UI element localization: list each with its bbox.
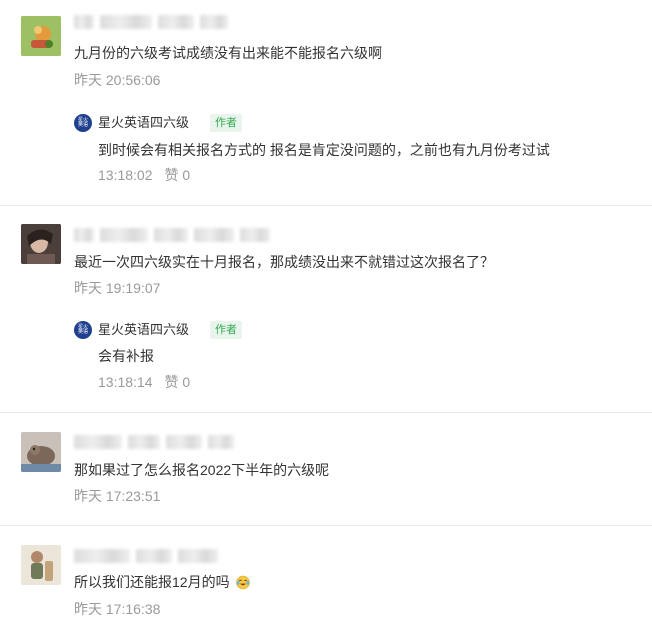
reply-author-name[interactable]: 星火英语四六级 xyxy=(98,114,189,132)
like-button[interactable]: 赞 0 xyxy=(165,373,191,391)
avatar[interactable] xyxy=(21,224,61,264)
author-logo-icon[interactable]: 星火英语 xyxy=(74,321,92,339)
comment-time: 昨天 17:23:51 xyxy=(74,488,161,504)
author-badge: 作者 xyxy=(210,321,242,339)
comment-time: 昨天 20:56:06 xyxy=(74,72,161,88)
username-blurred xyxy=(74,433,234,451)
avatar-image xyxy=(21,432,61,472)
avatar[interactable] xyxy=(21,432,61,472)
comment-text: 最近一次四六级实在十月报名，那成绩没出来不就错过这次报名了？ xyxy=(74,254,494,270)
comment-text-content: 所以我们还能报12月的吗 xyxy=(74,574,230,590)
author-badge: 作者 xyxy=(210,114,242,132)
reply-text: 到时候会有相关报名方式的 报名是肯定没问题的，之前也有九月份考过试 xyxy=(98,142,550,158)
username-blurred xyxy=(74,13,228,31)
crying-laughing-emoji-icon xyxy=(236,575,251,590)
comment-time: 昨天 17:16:38 xyxy=(74,601,161,617)
reply-meta: 13:18:02 赞 0 xyxy=(98,166,190,184)
avatar[interactable] xyxy=(21,16,61,56)
comment-text: 九月份的六级考试成绩没有出来能不能报名六级啊 xyxy=(74,45,382,61)
comment-1: 九月份的六级考试成绩没有出来能不能报名六级啊 昨天 20:56:06 星火英语 … xyxy=(0,0,652,205)
comment-text: 那如果过了怎么报名2022下半年的六级呢 xyxy=(74,462,330,478)
comment-4: 所以我们还能报12月的吗 昨天 17:16:38 xyxy=(0,526,652,617)
comment-text: 所以我们还能报12月的吗 xyxy=(74,573,251,591)
avatar-image xyxy=(21,545,61,585)
author-logo-text: 星火英语 xyxy=(77,117,88,128)
author-logo-icon[interactable]: 星火英语 xyxy=(74,114,92,132)
username-blurred xyxy=(74,226,270,244)
username-blurred xyxy=(74,547,218,565)
comment-time: 昨天 19:19:07 xyxy=(74,280,161,296)
reply-author-name[interactable]: 星火英语四六级 xyxy=(98,321,189,339)
reply-time: 13:18:02 xyxy=(98,167,153,183)
avatar-image xyxy=(21,16,61,56)
reply-meta: 13:18:14 赞 0 xyxy=(98,373,190,391)
avatar-image xyxy=(21,224,61,264)
reply-time: 13:18:14 xyxy=(98,374,153,390)
comment-2: 最近一次四六级实在十月报名，那成绩没出来不就错过这次报名了？ 昨天 19:19:… xyxy=(0,206,652,412)
avatar[interactable] xyxy=(21,545,61,585)
comment-3: 那如果过了怎么报名2022下半年的六级呢 昨天 17:23:51 xyxy=(0,413,652,525)
like-button[interactable]: 赞 0 xyxy=(165,166,191,184)
author-logo-text: 星火英语 xyxy=(77,324,88,335)
reply-text: 会有补报 xyxy=(98,348,154,364)
